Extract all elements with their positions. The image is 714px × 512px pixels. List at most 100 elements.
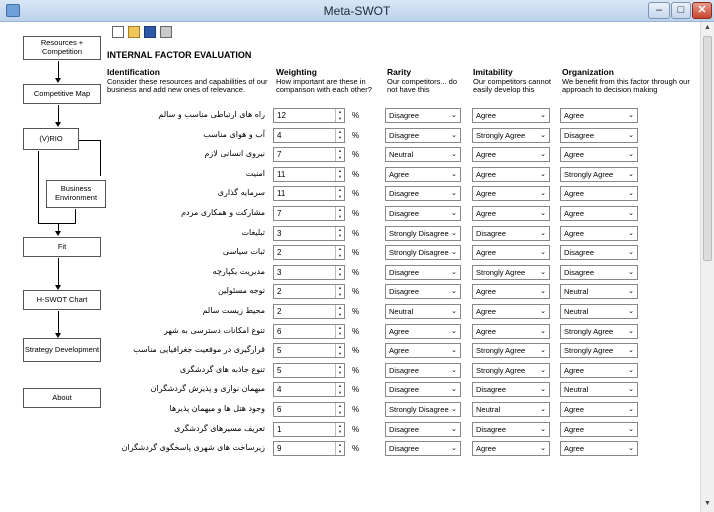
spin-arrows-icon[interactable]: ▲ ▼ bbox=[335, 226, 344, 240]
spin-arrows-icon[interactable]: ▲ ▼ bbox=[335, 442, 344, 456]
imitability-select[interactable]: Agree ⌄ bbox=[472, 186, 550, 202]
chevron-down-icon[interactable]: ⌄ bbox=[540, 307, 546, 315]
maximize-button[interactable]: □ bbox=[671, 2, 691, 19]
organization-select[interactable]: Neutral ⌄ bbox=[560, 284, 638, 300]
rarity-select[interactable]: Neutral ⌄ bbox=[385, 147, 461, 163]
spin-arrows-icon[interactable]: ▲ ▼ bbox=[335, 207, 344, 220]
rarity-select[interactable]: Strongly Disagree ⌄ bbox=[385, 225, 461, 241]
weight-spinbox[interactable]: 9 ▲ ▼ bbox=[273, 441, 345, 457]
spin-arrows-icon[interactable]: ▲ ▼ bbox=[335, 109, 344, 122]
weight-spinbox[interactable]: 6 ▲ ▼ bbox=[273, 402, 345, 417]
chevron-down-icon[interactable]: ⌄ bbox=[540, 385, 546, 393]
organization-select[interactable]: Neutral ⌄ bbox=[560, 304, 638, 319]
rarity-select[interactable]: Disagree ⌄ bbox=[385, 186, 461, 202]
spin-arrows-icon[interactable]: ▲ ▼ bbox=[335, 305, 344, 318]
chevron-down-icon[interactable]: ⌄ bbox=[628, 405, 634, 413]
chevron-down-icon[interactable]: ⌄ bbox=[628, 346, 634, 354]
chevron-down-icon[interactable]: ⌄ bbox=[540, 189, 546, 197]
chevron-down-icon[interactable]: ⌄ bbox=[628, 248, 634, 256]
nav-resources-competition-button[interactable]: Resources + Competition bbox=[23, 36, 101, 60]
close-button[interactable]: ✕ bbox=[692, 2, 712, 19]
chevron-down-icon[interactable]: ⌄ bbox=[451, 385, 457, 393]
chevron-down-icon[interactable]: ⌄ bbox=[540, 327, 546, 335]
rarity-select[interactable]: Agree ⌄ bbox=[385, 343, 461, 359]
organization-select[interactable]: Strongly Agree ⌄ bbox=[560, 323, 638, 339]
organization-select[interactable]: Disagree ⌄ bbox=[560, 127, 638, 143]
rarity-select[interactable]: Disagree ⌄ bbox=[385, 441, 461, 457]
open-folder-icon[interactable] bbox=[128, 26, 140, 38]
weight-spinbox[interactable]: 4 ▲ ▼ bbox=[273, 382, 345, 398]
spin-arrows-icon[interactable]: ▲ ▼ bbox=[335, 128, 344, 142]
spin-arrows-icon[interactable]: ▲ ▼ bbox=[335, 344, 344, 358]
spin-arrows-icon[interactable]: ▲ ▼ bbox=[335, 246, 344, 260]
chevron-down-icon[interactable]: ⌄ bbox=[451, 131, 457, 139]
scroll-down-icon[interactable]: ▼ bbox=[701, 498, 714, 510]
chevron-down-icon[interactable]: ⌄ bbox=[628, 268, 634, 276]
chevron-down-icon[interactable]: ⌄ bbox=[540, 405, 546, 413]
imitability-select[interactable]: Strongly Agree ⌄ bbox=[472, 264, 550, 280]
imitability-select[interactable]: Agree ⌄ bbox=[472, 245, 550, 261]
organization-select[interactable]: Strongly Agree ⌄ bbox=[560, 166, 638, 182]
chevron-down-icon[interactable]: ⌄ bbox=[628, 444, 634, 452]
weight-spinbox[interactable]: 5 ▲ ▼ bbox=[273, 362, 345, 378]
spin-arrows-icon[interactable]: ▲ ▼ bbox=[335, 403, 344, 416]
spin-arrows-icon[interactable]: ▲ ▼ bbox=[335, 265, 344, 279]
rarity-select[interactable]: Neutral ⌄ bbox=[385, 304, 461, 319]
organization-select[interactable]: Agree ⌄ bbox=[560, 441, 638, 457]
spin-arrows-icon[interactable]: ▲ ▼ bbox=[335, 422, 344, 436]
rarity-select[interactable]: Strongly Disagree ⌄ bbox=[385, 402, 461, 417]
imitability-select[interactable]: Disagree ⌄ bbox=[472, 421, 550, 437]
chevron-down-icon[interactable]: ⌄ bbox=[628, 189, 634, 197]
chevron-down-icon[interactable]: ⌄ bbox=[628, 150, 634, 158]
rarity-select[interactable]: Disagree ⌄ bbox=[385, 127, 461, 143]
organization-select[interactable]: Agree ⌄ bbox=[560, 108, 638, 123]
weight-spinbox[interactable]: 6 ▲ ▼ bbox=[273, 323, 345, 339]
organization-select[interactable]: Neutral ⌄ bbox=[560, 382, 638, 398]
weight-spinbox[interactable]: 5 ▲ ▼ bbox=[273, 343, 345, 359]
organization-select[interactable]: Strongly Agree ⌄ bbox=[560, 343, 638, 359]
chevron-down-icon[interactable]: ⌄ bbox=[451, 444, 457, 452]
chevron-down-icon[interactable]: ⌄ bbox=[451, 111, 457, 119]
chevron-down-icon[interactable]: ⌄ bbox=[540, 150, 546, 158]
rarity-select[interactable]: Disagree ⌄ bbox=[385, 206, 461, 221]
imitability-select[interactable]: Agree ⌄ bbox=[472, 108, 550, 123]
chevron-down-icon[interactable]: ⌄ bbox=[451, 327, 457, 335]
print-icon[interactable] bbox=[160, 26, 172, 38]
chevron-down-icon[interactable]: ⌄ bbox=[540, 131, 546, 139]
imitability-select[interactable]: Agree ⌄ bbox=[472, 323, 550, 339]
weight-spinbox[interactable]: 2 ▲ ▼ bbox=[273, 284, 345, 300]
chevron-down-icon[interactable]: ⌄ bbox=[628, 111, 634, 119]
chevron-down-icon[interactable]: ⌄ bbox=[540, 425, 546, 433]
scroll-up-icon[interactable]: ▲ bbox=[701, 22, 714, 34]
chevron-down-icon[interactable]: ⌄ bbox=[451, 248, 457, 256]
rarity-select[interactable]: Agree ⌄ bbox=[385, 323, 461, 339]
weight-spinbox[interactable]: 11 ▲ ▼ bbox=[273, 186, 345, 202]
chevron-down-icon[interactable]: ⌄ bbox=[451, 229, 457, 237]
chevron-down-icon[interactable]: ⌄ bbox=[628, 425, 634, 433]
weight-spinbox[interactable]: 2 ▲ ▼ bbox=[273, 304, 345, 319]
chevron-down-icon[interactable]: ⌄ bbox=[540, 444, 546, 452]
imitability-select[interactable]: Strongly Agree ⌄ bbox=[472, 127, 550, 143]
chevron-down-icon[interactable]: ⌄ bbox=[540, 248, 546, 256]
imitability-select[interactable]: Disagree ⌄ bbox=[472, 225, 550, 241]
chevron-down-icon[interactable]: ⌄ bbox=[628, 287, 634, 295]
organization-select[interactable]: Agree ⌄ bbox=[560, 147, 638, 163]
rarity-select[interactable]: Disagree ⌄ bbox=[385, 264, 461, 280]
rarity-select[interactable]: Agree ⌄ bbox=[385, 166, 461, 182]
imitability-select[interactable]: Agree ⌄ bbox=[472, 147, 550, 163]
spin-arrows-icon[interactable]: ▲ ▼ bbox=[335, 148, 344, 162]
chevron-down-icon[interactable]: ⌄ bbox=[451, 268, 457, 276]
weight-spinbox[interactable]: 11 ▲ ▼ bbox=[273, 166, 345, 182]
chevron-down-icon[interactable]: ⌄ bbox=[540, 229, 546, 237]
organization-select[interactable]: Disagree ⌄ bbox=[560, 245, 638, 261]
rarity-select[interactable]: Disagree ⌄ bbox=[385, 108, 461, 123]
chevron-down-icon[interactable]: ⌄ bbox=[540, 346, 546, 354]
chevron-down-icon[interactable]: ⌄ bbox=[451, 287, 457, 295]
imitability-select[interactable]: Agree ⌄ bbox=[472, 441, 550, 457]
weight-spinbox[interactable]: 12 ▲ ▼ bbox=[273, 108, 345, 123]
chevron-down-icon[interactable]: ⌄ bbox=[451, 366, 457, 374]
spin-arrows-icon[interactable]: ▲ ▼ bbox=[335, 187, 344, 201]
organization-select[interactable]: Agree ⌄ bbox=[560, 362, 638, 378]
rarity-select[interactable]: Disagree ⌄ bbox=[385, 382, 461, 398]
chevron-down-icon[interactable]: ⌄ bbox=[451, 209, 457, 217]
